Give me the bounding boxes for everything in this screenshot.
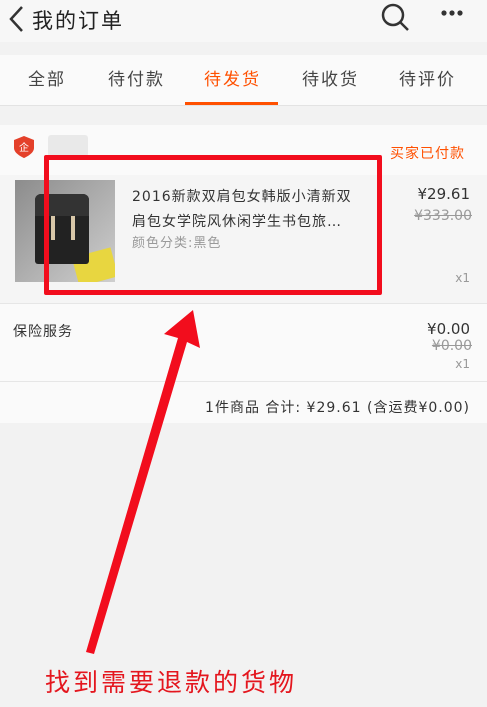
page-title: 我的订单 (32, 9, 124, 33)
insurance-original-price: ¥0.00 (431, 338, 472, 354)
product-quantity: x1 (455, 271, 470, 285)
order-tabs: 全部 待付款 待发货 待收货 待评价 (0, 55, 487, 106)
tab-pending-receipt[interactable]: 待收货 (302, 65, 359, 90)
order-summary: 1件商品 合计: ¥29.61 (含运费¥0.00) (205, 400, 470, 416)
search-icon[interactable] (380, 2, 410, 32)
divider (0, 381, 487, 382)
svg-text:企: 企 (19, 141, 29, 154)
annotation-highlight-box (44, 155, 382, 295)
tab-pending-payment[interactable]: 待付款 (108, 65, 165, 90)
insurance-label: 保险服务 (13, 324, 73, 340)
insurance-price: ¥0.00 (427, 320, 470, 338)
tab-pending-review[interactable]: 待评价 (399, 65, 456, 90)
product-original-price: ¥333.00 (414, 208, 472, 224)
top-bar: 我的订单 (0, 0, 487, 42)
tab-pending-shipment[interactable]: 待发货 (204, 65, 261, 90)
insurance-quantity: x1 (455, 357, 470, 371)
order-status: 买家已付款 (390, 146, 465, 162)
divider (0, 303, 487, 304)
shop-name-blurred (48, 135, 88, 157)
annotation-text: 找到需要退款的货物 (45, 668, 298, 697)
order-summary-row: 1件商品 合计: ¥29.61 (含运费¥0.00) (0, 383, 487, 423)
active-tab-indicator (185, 102, 278, 105)
shop-logo-icon: 企 (14, 136, 34, 158)
chevron-left-icon[interactable] (6, 4, 28, 34)
tab-all[interactable]: 全部 (28, 65, 66, 90)
more-icon[interactable] (440, 8, 464, 18)
product-price: ¥29.61 (417, 185, 471, 203)
